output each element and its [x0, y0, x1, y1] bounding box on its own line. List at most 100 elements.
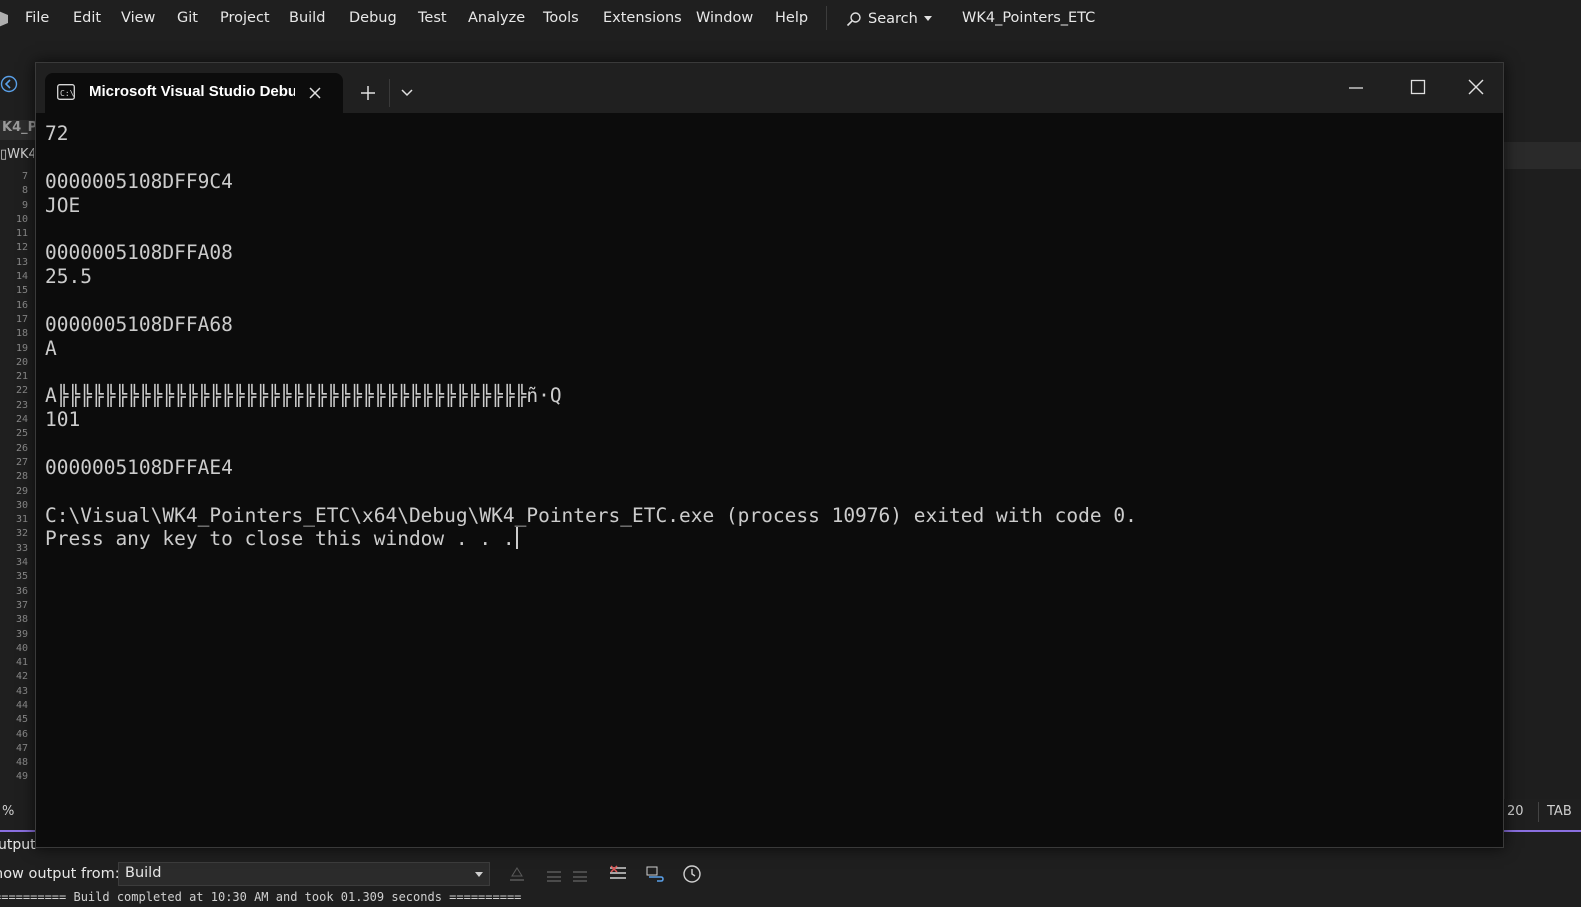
- search-label: Search: [868, 11, 918, 27]
- navigate-back-icon[interactable]: [0, 75, 18, 93]
- visual-studio-logo-icon[interactable]: [0, 9, 8, 29]
- line-number: 22: [15, 385, 28, 397]
- console-icon: C:\: [57, 84, 75, 100]
- close-window-icon[interactable]: [1468, 79, 1484, 95]
- line-number: 10: [15, 213, 28, 225]
- menu-view[interactable]: View: [121, 10, 155, 26]
- console-output[interactable]: 72 0000005108DFF9C4 JOE 0000005108DFFA08 2…: [45, 122, 1485, 842]
- console-line: 72: [45, 122, 69, 145]
- search-button[interactable]: Search: [846, 9, 932, 29]
- next-message-icon[interactable]: [570, 864, 590, 884]
- console-line: 0000005108DFF9C4: [45, 169, 233, 193]
- minimize-icon[interactable]: [1346, 81, 1366, 95]
- line-number: 48: [15, 757, 28, 769]
- menu-bar: File Edit View Git Project Build Debug T…: [0, 0, 1581, 38]
- line-number: 18: [15, 328, 28, 340]
- new-tab-icon[interactable]: [360, 85, 376, 101]
- line-number: 30: [15, 499, 28, 511]
- menu-debug[interactable]: Debug: [349, 10, 397, 26]
- line-number: 8: [21, 185, 28, 197]
- console-line: 0000005108DFFAE4: [45, 455, 233, 479]
- document-tab[interactable]: K4_P: [0, 120, 36, 140]
- line-number: 38: [15, 614, 28, 626]
- line-number: 25: [15, 428, 28, 440]
- previous-message-icon[interactable]: [544, 864, 564, 884]
- line-number: 37: [15, 599, 28, 611]
- menu-help[interactable]: Help: [775, 10, 808, 26]
- clock-icon[interactable]: [682, 864, 702, 884]
- menu-edit[interactable]: Edit: [73, 10, 101, 26]
- menu-extensions[interactable]: Extensions: [603, 10, 682, 26]
- zoom-level[interactable]: %: [2, 804, 14, 819]
- console-line: 25.5: [45, 265, 92, 289]
- line-number: 27: [15, 456, 28, 468]
- line-number: 23: [15, 399, 28, 411]
- line-number: 16: [15, 299, 28, 311]
- line-number: 36: [15, 585, 28, 597]
- line-number: 39: [15, 628, 28, 640]
- line-number: 46: [15, 728, 28, 740]
- solution-name: WK4_Pointers_ETC: [962, 10, 1096, 26]
- terminal-titlebar[interactable]: C:\ Microsoft Visual Studio Debug Consol…: [36, 63, 1503, 113]
- line-number: 34: [15, 557, 28, 569]
- line-number: 14: [15, 271, 28, 283]
- chevron-down-icon[interactable]: [400, 87, 414, 99]
- output-source-value: Build: [125, 865, 162, 881]
- line-number: 24: [15, 414, 28, 426]
- line-number: 35: [15, 571, 28, 583]
- console-line: 0000005108DFFA68: [45, 312, 233, 336]
- search-icon: [846, 12, 861, 27]
- menu-project[interactable]: Project: [220, 10, 270, 26]
- menu-window[interactable]: Window: [696, 10, 753, 26]
- console-line: Press any key to close this window . . .: [45, 527, 1485, 551]
- console-line: 101: [45, 408, 81, 432]
- code-editor[interactable]: [1504, 169, 1581, 799]
- line-number: 21: [15, 371, 28, 383]
- menu-file[interactable]: File: [25, 10, 49, 26]
- line-number: 31: [15, 514, 28, 526]
- console-tab-title: Microsoft Visual Studio Debug Console: [89, 83, 295, 100]
- close-tab-icon[interactable]: [307, 85, 323, 101]
- clear-all-icon[interactable]: [608, 864, 628, 884]
- editor-status: 20 TAB: [1504, 800, 1581, 824]
- line-number: 47: [15, 742, 28, 754]
- menu-git[interactable]: Git: [177, 10, 198, 26]
- document-tab-active[interactable]: ▯WK4: [0, 147, 34, 167]
- output-source-dropdown[interactable]: Build: [118, 862, 490, 886]
- line-indicator[interactable]: 20: [1507, 804, 1524, 819]
- menu-tools[interactable]: Tools: [543, 10, 579, 26]
- debug-console-window: C:\ Microsoft Visual Studio Debug Consol…: [35, 62, 1504, 848]
- line-numbers: 7 8 9 10 11 12 13 14 15 16 17 18 19 20 21 22 23 24 25 26 27 2…: [0, 170, 28, 785]
- find-message-icon[interactable]: [507, 864, 527, 884]
- line-number: 28: [15, 471, 28, 483]
- line-number: 45: [15, 714, 28, 726]
- output-text: ========== Build completed at 10:30 AM a…: [0, 890, 522, 904]
- line-number: 7: [21, 171, 28, 182]
- menu-analyze[interactable]: Analyze: [468, 10, 525, 26]
- line-number: 49: [15, 771, 28, 783]
- line-number: 26: [15, 442, 28, 454]
- text-cursor: [515, 527, 518, 550]
- console-line: 0000005108DFFA08: [45, 241, 233, 265]
- chevron-down-icon: [475, 872, 483, 877]
- line-number: 20: [15, 356, 28, 368]
- maximize-icon[interactable]: [1410, 79, 1426, 95]
- line-number: 12: [15, 242, 28, 254]
- word-wrap-icon[interactable]: [645, 864, 665, 884]
- editor-tab-band: [1504, 142, 1581, 169]
- console-line: A╠╠╠╠╠╠╠╠╠╠╠╠╠╠╠╠╠╠╠╠╠╠╠╠╠╠╠╠╠╠╠╠╠╠╠╠╠╠╠…: [45, 384, 562, 408]
- line-number: 13: [15, 256, 28, 268]
- indent-mode[interactable]: TAB: [1547, 804, 1572, 819]
- svg-text:C:\: C:\: [60, 89, 75, 98]
- console-tab[interactable]: C:\ Microsoft Visual Studio Debug Consol…: [45, 73, 343, 113]
- line-number: 15: [15, 285, 28, 297]
- document-tab-label: WK4: [7, 147, 34, 162]
- menu-test[interactable]: Test: [418, 10, 447, 26]
- console-line: C:\Visual\WK4_Pointers_ETC\x64\Debug\WK4…: [45, 503, 1137, 527]
- menu-build[interactable]: Build: [289, 10, 325, 26]
